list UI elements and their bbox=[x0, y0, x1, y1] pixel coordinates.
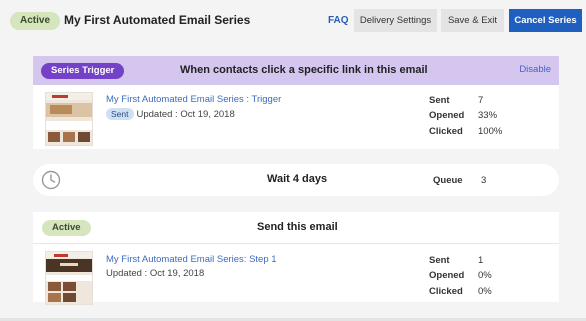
series-status-badge: Active bbox=[10, 12, 61, 30]
disable-trigger-link[interactable]: Disable bbox=[519, 64, 551, 75]
step-title: Send this email bbox=[257, 221, 338, 233]
step-stat-value-sent: 1 bbox=[478, 255, 484, 266]
step-stat-value-opened: 0% bbox=[478, 270, 492, 281]
queue-label: Queue bbox=[433, 175, 463, 186]
step-email-thumbnail[interactable] bbox=[45, 251, 93, 305]
trigger-updated-date: Updated : Oct 19, 2018 bbox=[136, 109, 235, 120]
trigger-email-link[interactable]: My First Automated Email Series : Trigge… bbox=[106, 94, 281, 105]
series-trigger-card: Series Trigger When contacts click a spe… bbox=[33, 56, 559, 149]
trigger-stat-label-sent: Sent bbox=[429, 95, 450, 106]
step-email-link[interactable]: My First Automated Email Series: Step 1 bbox=[106, 254, 277, 265]
trigger-header: Series Trigger When contacts click a spe… bbox=[33, 56, 559, 85]
trigger-description: When contacts click a specific link in t… bbox=[180, 64, 428, 76]
sent-status-tag: Sent bbox=[106, 108, 134, 120]
trigger-stat-label-opened: Opened bbox=[429, 110, 465, 121]
trigger-stat-label-clicked: Clicked bbox=[429, 126, 463, 137]
send-email-step-card: Active Send this email My First Automate… bbox=[33, 212, 559, 305]
trigger-email-thumbnail[interactable] bbox=[45, 92, 93, 146]
wait-duration: Wait 4 days bbox=[267, 173, 328, 185]
step-header: Active Send this email bbox=[33, 212, 559, 244]
trigger-stat-value-clicked: 100% bbox=[478, 126, 503, 137]
series-title: My First Automated Email Series bbox=[64, 13, 251, 27]
step-updated-date: Updated : Oct 19, 2018 bbox=[106, 268, 205, 279]
save-exit-button[interactable]: Save & Exit bbox=[441, 9, 504, 32]
step-status-badge: Active bbox=[42, 220, 91, 236]
step-stat-label-sent: Sent bbox=[429, 255, 450, 266]
series-trigger-badge: Series Trigger bbox=[41, 63, 125, 79]
step-stat-label-opened: Opened bbox=[429, 270, 465, 281]
delivery-settings-button[interactable]: Delivery Settings bbox=[354, 9, 437, 32]
trigger-stat-value-opened: 33% bbox=[478, 110, 498, 121]
step-stat-label-clicked: Clicked bbox=[429, 286, 463, 297]
wait-step-row[interactable]: Wait 4 days Queue 3 bbox=[33, 164, 559, 196]
trigger-stat-value-sent: 7 bbox=[478, 95, 484, 106]
top-bar: Active My First Automated Email Series F… bbox=[0, 0, 586, 42]
cancel-series-button[interactable]: Cancel Series bbox=[509, 9, 582, 32]
faq-link[interactable]: FAQ bbox=[328, 15, 349, 26]
queue-value: 3 bbox=[481, 175, 487, 186]
clock-icon bbox=[41, 170, 61, 190]
trigger-updated-line: Sent Updated : Oct 19, 2018 bbox=[106, 108, 235, 120]
step-stat-value-clicked: 0% bbox=[478, 286, 492, 297]
